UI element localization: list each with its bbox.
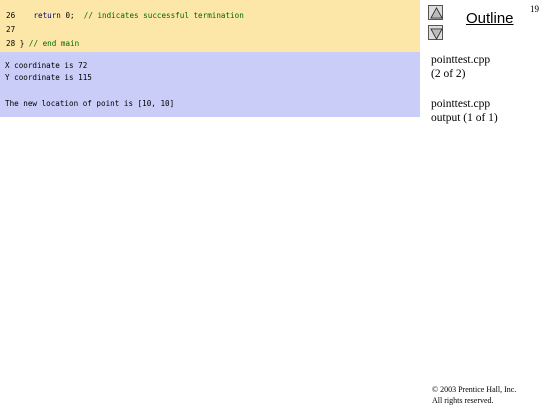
next-slide-button[interactable] bbox=[428, 25, 443, 41]
copyright-line-2: All rights reserved. bbox=[432, 396, 494, 405]
output-page-label: output (1 of 1) bbox=[431, 112, 498, 124]
output-file-label: pointtest.cpp bbox=[431, 98, 491, 110]
code-keyword: return bbox=[33, 11, 61, 20]
line-number: 27 bbox=[6, 25, 16, 34]
code-line-28: 28 } // end main bbox=[6, 38, 79, 50]
outline-link[interactable]: Outline bbox=[466, 10, 514, 27]
code-comment: // end main bbox=[28, 39, 80, 48]
line-number: 28 bbox=[6, 39, 16, 48]
file-page-label: (2 of 2) bbox=[431, 68, 466, 80]
program-output-panel: X coordinate is 72 Y coordinate is 115 T… bbox=[0, 52, 420, 117]
copyright-line-1: © 2003 Prentice Hall, Inc. bbox=[432, 385, 517, 394]
line-number: 26 bbox=[6, 11, 16, 20]
previous-slide-button[interactable] bbox=[428, 5, 443, 20]
code-line-27: 27 bbox=[6, 24, 15, 36]
code-comment: // indicates successful termination bbox=[83, 11, 244, 20]
code-line-26: 26 return 0; // indicates successful ter… bbox=[6, 10, 244, 22]
code-text: } bbox=[15, 39, 29, 48]
up-arrow-icon bbox=[430, 6, 443, 19]
slide-number: 19 bbox=[530, 4, 539, 14]
file-label: pointtest.cpp bbox=[431, 54, 491, 66]
output-line: X coordinate is 72 bbox=[5, 61, 88, 70]
code-listing-panel: 26 return 0; // indicates successful ter… bbox=[0, 0, 420, 52]
output-line: The new location of point is [10, 10] bbox=[5, 99, 175, 108]
code-text: 0; bbox=[60, 11, 84, 20]
output-line: Y coordinate is 115 bbox=[5, 73, 92, 82]
down-arrow-icon bbox=[430, 28, 443, 41]
